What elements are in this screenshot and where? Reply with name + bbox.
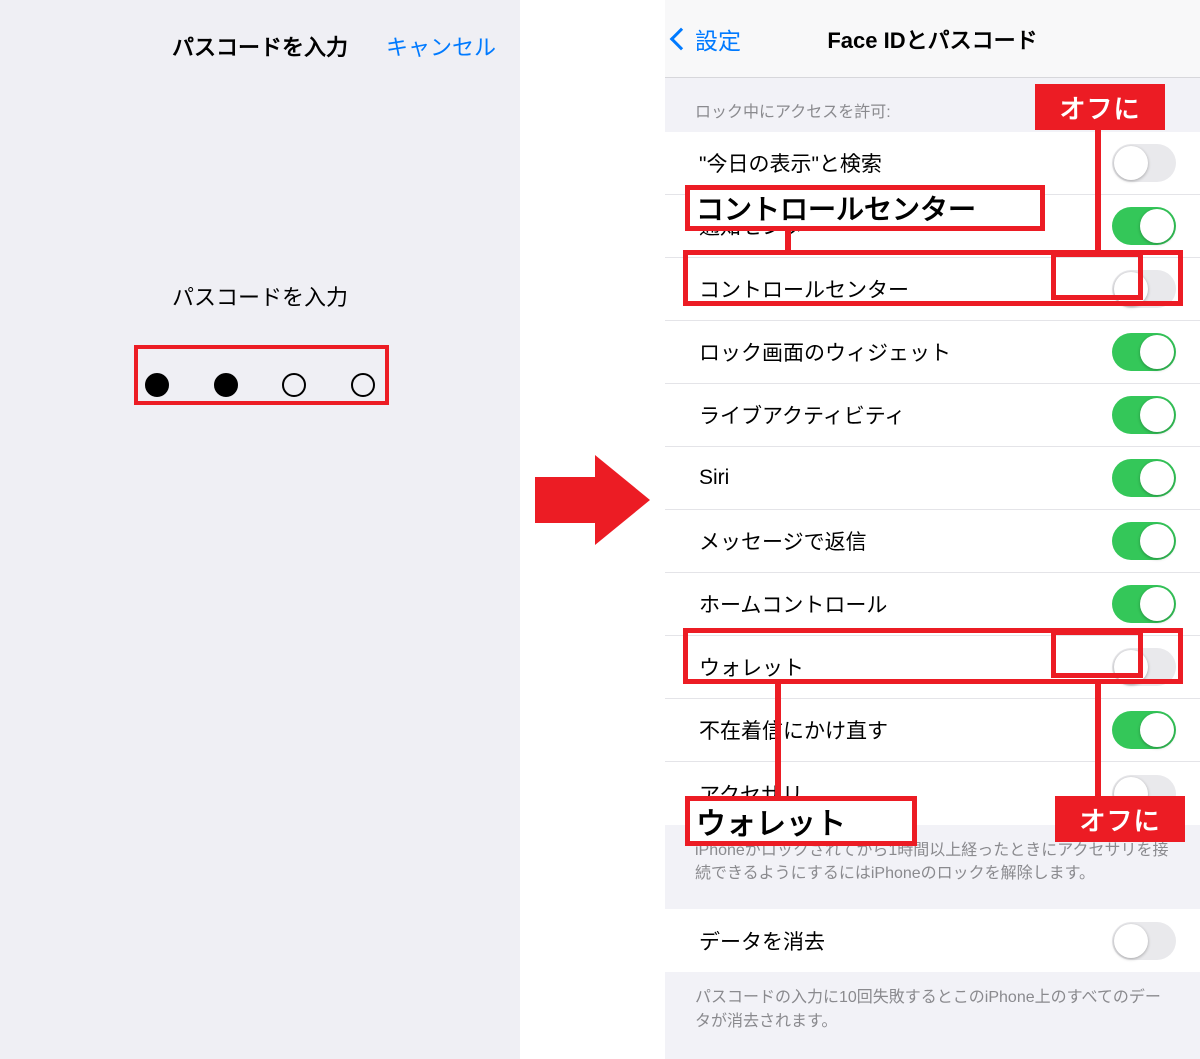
row-label: 不在着信にかけ直す: [699, 715, 888, 745]
row-lock-widgets: ロック画面のウィジェット: [665, 321, 1200, 384]
annotation-toggle-outline-wallet: [1051, 630, 1143, 678]
annotation-line: [775, 684, 781, 796]
annotation-line: [1095, 130, 1101, 254]
annotation-wallet-label: ウォレット: [685, 796, 917, 846]
passcode-navbar: パスコードを入力 キャンセル: [0, 10, 520, 82]
row-label: "今日の表示"と検索: [699, 148, 882, 178]
settings-navbar: 設定 Face IDとパスコード: [665, 0, 1200, 78]
row-siri: Siri: [665, 447, 1200, 510]
back-label: 設定: [695, 22, 741, 56]
chevron-left-icon: [670, 27, 693, 50]
annotation-cc-label: コントロールセンター: [685, 185, 1045, 231]
row-label: ロック画面のウィジェット: [699, 337, 951, 367]
toggle-reply-message[interactable]: [1112, 522, 1176, 560]
toggle-return-calls[interactable]: [1112, 711, 1176, 749]
faceid-settings-screen: 設定 Face IDとパスコード ロック中にアクセスを許可: "今日の表示"と検…: [665, 0, 1200, 1059]
row-home-control: ホームコントロール: [665, 573, 1200, 636]
arrow-icon: [535, 455, 655, 545]
erase-footer: パスコードの入力に10回失敗するとこのiPhone上のすべてのデータが消去されま…: [665, 972, 1200, 1056]
toggle-home-control[interactable]: [1112, 585, 1176, 623]
toggle-notification-center[interactable]: [1112, 207, 1176, 245]
row-reply-message: メッセージで返信: [665, 510, 1200, 573]
annotation-box: [134, 345, 389, 405]
toggle-today-view[interactable]: [1112, 144, 1176, 182]
toggle-lock-widgets[interactable]: [1112, 333, 1176, 371]
passcode-nav-title: パスコードを入力: [172, 30, 348, 62]
toggle-live-activities[interactable]: [1112, 396, 1176, 434]
cancel-button[interactable]: キャンセル: [386, 30, 496, 62]
row-label: ライブアクティビティ: [699, 400, 905, 430]
annotation-toggle-outline-cc: [1051, 252, 1143, 300]
annotation-off-badge-top: オフに: [1035, 84, 1165, 130]
row-label: データを消去: [699, 926, 825, 956]
passcode-screen: パスコードを入力 キャンセル パスコードを入力: [0, 0, 520, 1059]
back-button[interactable]: 設定: [673, 22, 741, 56]
row-erase-data: データを消去: [665, 909, 1200, 972]
row-live-activities: ライブアクティビティ: [665, 384, 1200, 447]
annotation-line: [1095, 684, 1101, 796]
row-label: Siri: [699, 466, 729, 490]
toggle-erase-data[interactable]: [1112, 922, 1176, 960]
passcode-prompt: パスコードを入力: [0, 280, 520, 312]
lock-access-list: "今日の表示"と検索 通知センター コントロールセンター ロック画面のウィジェッ…: [665, 132, 1200, 825]
settings-nav-title: Face IDとパスコード: [827, 23, 1037, 55]
row-label: ホームコントロール: [699, 589, 887, 619]
toggle-siri[interactable]: [1112, 459, 1176, 497]
erase-list: データを消去: [665, 909, 1200, 972]
row-return-calls: 不在着信にかけ直す: [665, 699, 1200, 762]
row-label: メッセージで返信: [699, 526, 867, 556]
annotation-off-badge-bottom: オフに: [1055, 796, 1185, 842]
